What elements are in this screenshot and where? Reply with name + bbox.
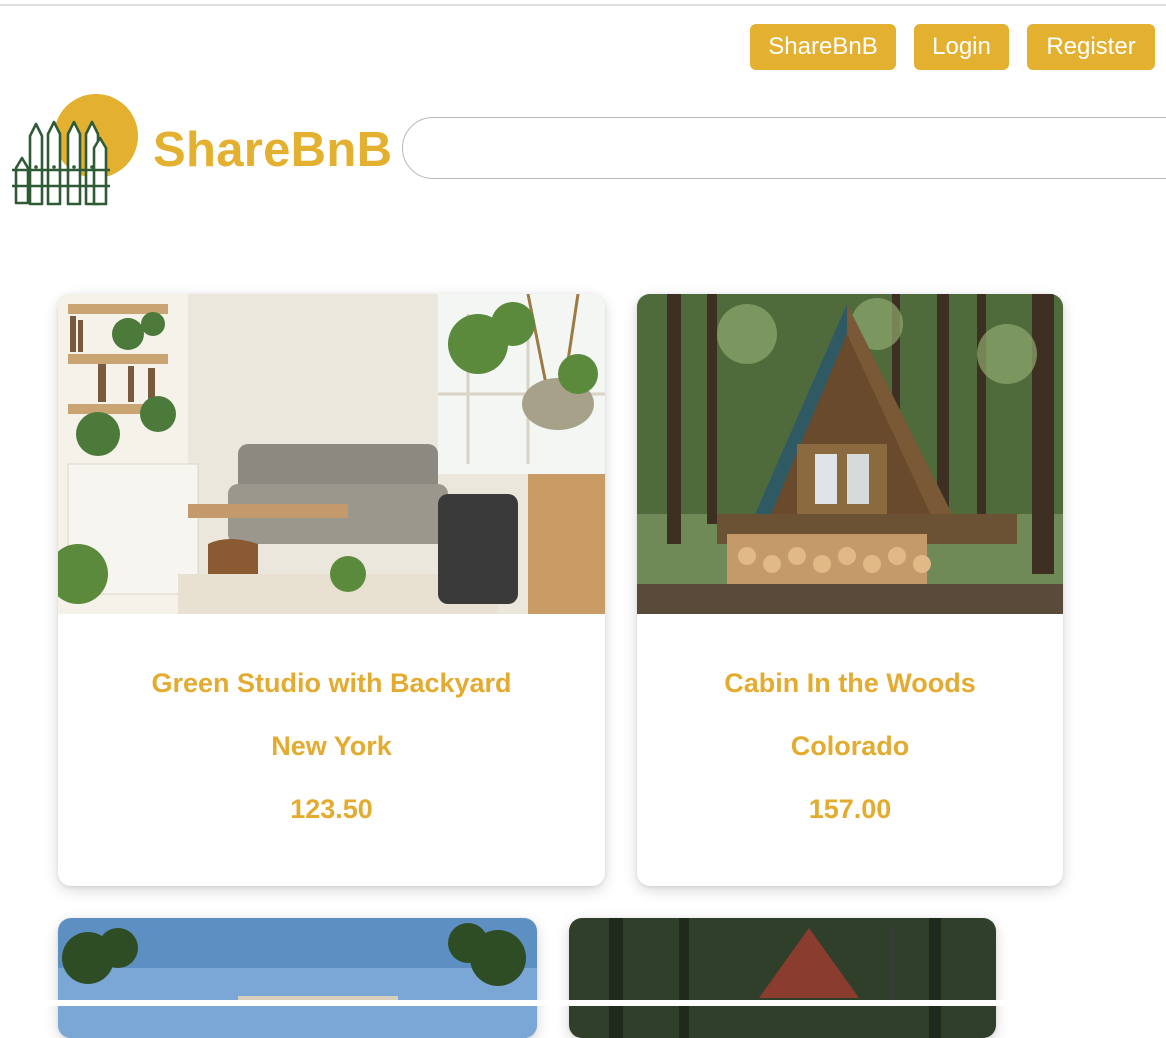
fence-sun-icon[interactable] <box>6 90 146 210</box>
search-input[interactable] <box>402 117 1166 179</box>
listing-price: 123.50 <box>290 794 373 824</box>
listing-card[interactable]: Cabin In the Woods Colorado 157.00 <box>637 294 1063 886</box>
bottom-edge <box>0 1000 1166 1006</box>
forest-cabin-photo <box>569 918 996 1038</box>
a-frame-cabin-photo <box>637 294 1063 614</box>
listing-price: 157.00 <box>808 794 892 824</box>
listing-location: Colorado <box>790 731 910 761</box>
listing-card[interactable] <box>569 918 996 1038</box>
listing-location: New York <box>271 731 392 761</box>
listing-card[interactable] <box>58 918 537 1038</box>
top-border <box>0 4 1166 6</box>
register-button[interactable]: Register <box>1027 24 1155 70</box>
living-room-photo <box>58 294 605 614</box>
login-button[interactable]: Login <box>914 24 1009 70</box>
listing-title[interactable]: Green Studio with Backyard <box>58 666 605 700</box>
tropical-house-photo <box>58 918 537 1038</box>
brand-name[interactable]: ShareBnB <box>153 120 392 180</box>
listing-card[interactable]: Green Studio with Backyard New York 123.… <box>58 294 605 886</box>
listing-title[interactable]: Cabin In the Woods <box>637 666 1063 700</box>
sharebnb-nav-button[interactable]: ShareBnB <box>750 24 896 70</box>
